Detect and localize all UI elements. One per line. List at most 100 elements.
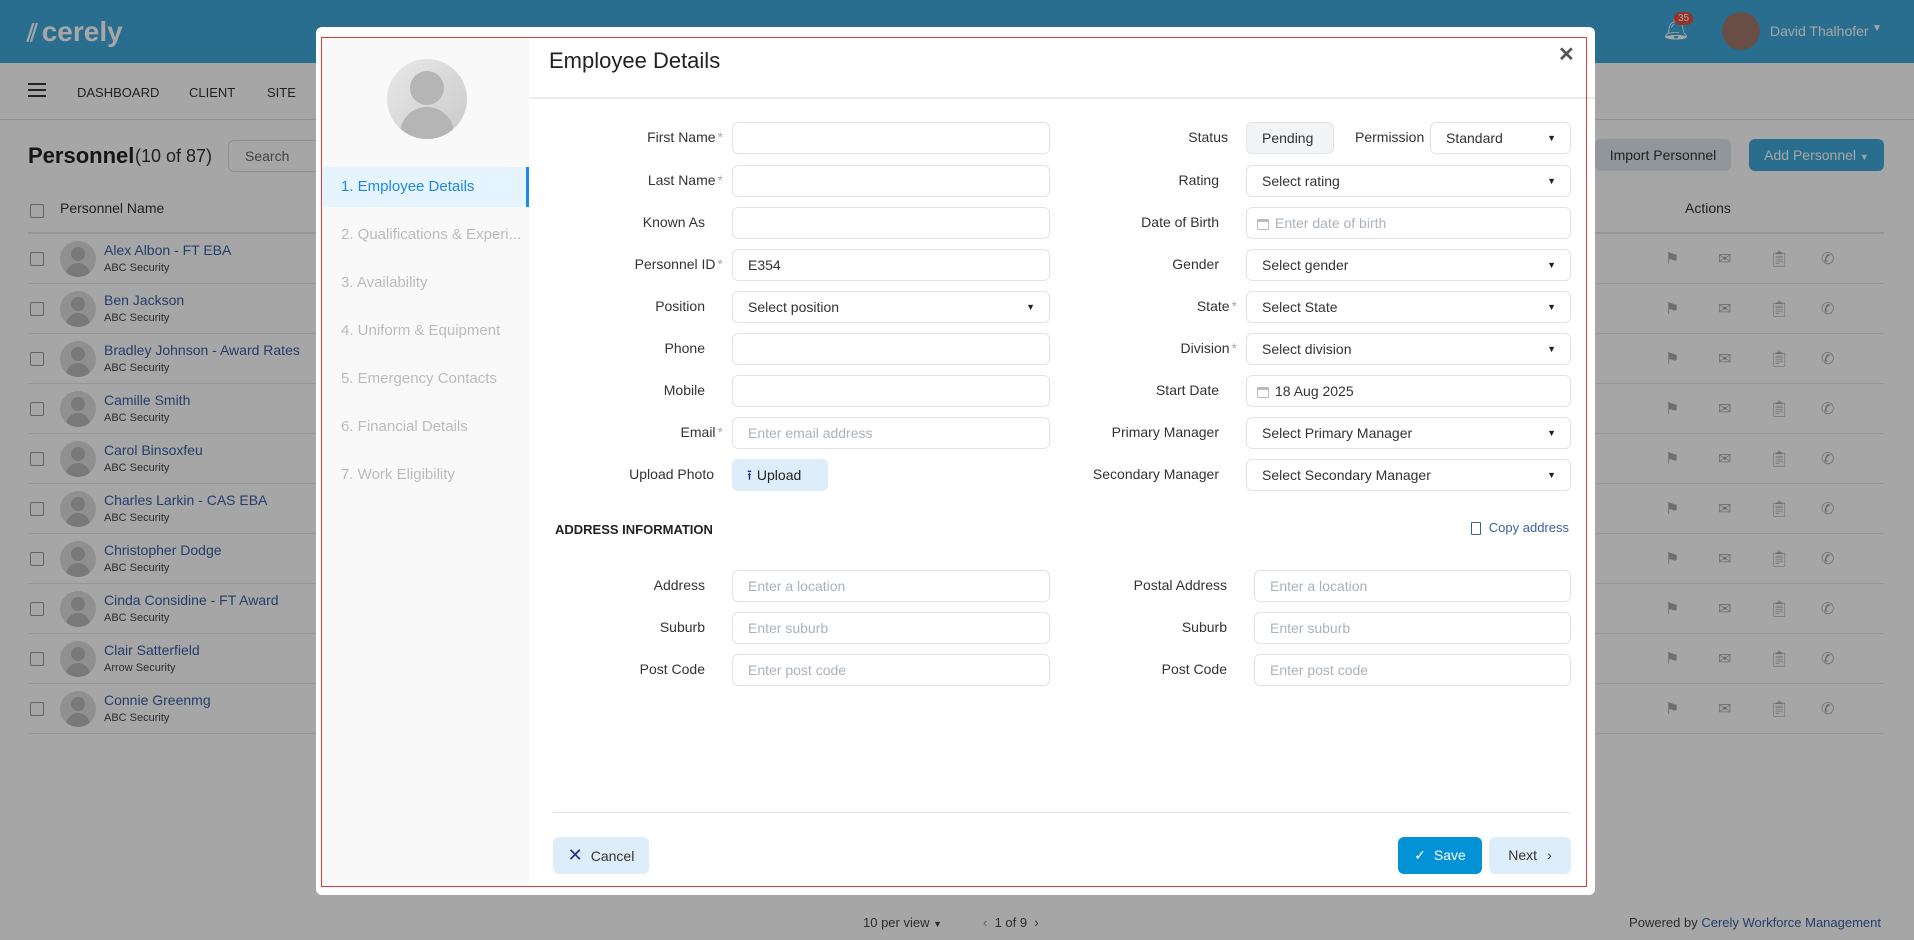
first-name-label: First Name * — [647, 129, 723, 145]
status-field: Pending — [1246, 122, 1334, 154]
start-date-label: Start Date — [1156, 382, 1219, 398]
address-heading: ADDRESS INFORMATION — [555, 522, 713, 537]
secondary-manager-select[interactable]: Select Secondary Manager ▼ — [1246, 459, 1571, 491]
postal-post-code-placeholder: Enter post code — [1270, 662, 1369, 678]
personnel-id-value: E354 — [748, 257, 781, 273]
postal-post-code-input[interactable]: Enter post code — [1254, 654, 1571, 686]
permission-select[interactable]: Standard ▼ — [1430, 122, 1571, 154]
personnel-id-input[interactable]: E354 — [732, 249, 1050, 281]
step-4[interactable]: 4. Uniform & Equipment — [321, 311, 529, 351]
status-value: Pending — [1262, 130, 1314, 146]
primary-manager-select[interactable]: Select Primary Manager ▼ — [1246, 417, 1571, 449]
save-label: Save — [1433, 847, 1466, 863]
first-name-label-text: First Name — [647, 129, 716, 145]
caret-down-icon: ▼ — [1547, 344, 1556, 354]
email-label: Email * — [681, 424, 723, 440]
address-post-code-label-text: Post Code — [639, 661, 705, 677]
division-select[interactable]: Select division ▼ — [1246, 333, 1571, 365]
postal-postal-address-placeholder: Enter a location — [1270, 578, 1368, 594]
upload-photo-label: Upload Photo — [629, 466, 714, 482]
mobile-label: Mobile — [664, 382, 705, 398]
caret-down-icon: ▼ — [1547, 470, 1556, 480]
last-name-input[interactable] — [732, 165, 1050, 197]
address-suburb-label: Suburb — [660, 619, 705, 635]
primary-manager-label-text: Primary Manager — [1111, 424, 1219, 440]
profile-avatar — [387, 59, 467, 139]
steps-sidebar: 1. Employee Details 2. Qualifications & E… — [321, 37, 529, 886]
postal-suburb-input[interactable]: Enter suburb — [1254, 612, 1571, 644]
upload-button[interactable]: ⭱ Upload — [732, 459, 828, 491]
division-value: Select division — [1262, 341, 1352, 357]
date-of-birth-placeholder: Enter date of birth — [1275, 215, 1387, 231]
required-marker: * — [1231, 340, 1237, 356]
address-suburb-input[interactable]: Enter suburb — [732, 612, 1050, 644]
step-3[interactable]: 3. Availability — [321, 263, 529, 303]
address-address-placeholder: Enter a location — [748, 578, 846, 594]
position-select[interactable]: Select position ▼ — [732, 291, 1050, 323]
cancel-button[interactable]: ✕ Cancel — [553, 837, 649, 874]
mobile-input[interactable] — [732, 375, 1050, 407]
address-post-code-label: Post Code — [640, 661, 705, 677]
known-as-input[interactable] — [732, 207, 1050, 239]
copy-address-link[interactable]: Copy address — [1470, 520, 1569, 536]
required-marker: * — [717, 129, 723, 145]
step-5[interactable]: 5. Emergency Contacts — [321, 359, 529, 399]
position-value: Select position — [748, 299, 840, 315]
state-select[interactable]: Select State ▼ — [1246, 291, 1571, 323]
gender-value: Select gender — [1262, 257, 1349, 273]
step-1[interactable]: 1. Employee Details — [321, 167, 529, 207]
caret-down-icon: ▼ — [1547, 133, 1556, 143]
first-name-input[interactable] — [732, 122, 1050, 154]
date-of-birth-input[interactable]: Enter date of birth — [1246, 207, 1571, 239]
start-date-value: 18 Aug 2025 — [1275, 383, 1354, 399]
division-label-text: Division — [1180, 340, 1230, 356]
last-name-label-text: Last Name — [647, 172, 716, 188]
close-icon[interactable]: ✕ — [1558, 42, 1575, 67]
caret-down-icon: ▼ — [1547, 428, 1556, 438]
postal-postal-address-label: Postal Address — [1134, 577, 1227, 593]
phone-label-text: Phone — [664, 340, 705, 356]
calendar-icon — [1257, 386, 1269, 398]
known-as-label-text: Known As — [642, 214, 705, 230]
address-suburb-placeholder: Enter suburb — [748, 620, 829, 636]
personnel-id-label: Personnel ID * — [635, 256, 723, 272]
address-suburb-label-text: Suburb — [659, 619, 705, 635]
required-marker: * — [717, 256, 723, 272]
primary-manager-value: Select Primary Manager — [1262, 425, 1413, 441]
address-post-code-input[interactable]: Enter post code — [732, 654, 1050, 686]
cancel-label: Cancel — [590, 848, 635, 864]
email-label-text: Email — [680, 424, 716, 440]
rating-select[interactable]: Select rating ▼ — [1246, 165, 1571, 197]
division-label: Division * — [1181, 340, 1237, 356]
required-marker: * — [717, 172, 723, 188]
phone-label: Phone — [665, 340, 705, 356]
caret-down-icon: ▼ — [1547, 176, 1556, 186]
next-label: Next — [1508, 847, 1538, 863]
caret-down-icon: ▼ — [1547, 260, 1556, 270]
next-button[interactable]: Next › — [1489, 837, 1571, 874]
step-7[interactable]: 7. Work Eligibility — [321, 455, 529, 495]
step-6[interactable]: 6. Financial Details — [321, 407, 529, 447]
address-address-input[interactable]: Enter a location — [732, 570, 1050, 602]
position-label-text: Position — [655, 298, 705, 314]
postal-post-code-label: Post Code — [1162, 661, 1227, 677]
position-label: Position — [655, 298, 705, 314]
start-date-input[interactable]: 18 Aug 2025 — [1246, 375, 1571, 407]
email-input[interactable]: Enter email address — [732, 417, 1050, 449]
step-2[interactable]: 2. Qualifications & Experi... — [321, 215, 529, 255]
gender-label: Gender — [1172, 256, 1219, 272]
address-address-label-text: Address — [653, 577, 705, 593]
address-post-code-placeholder: Enter post code — [748, 662, 847, 678]
secondary-manager-label-text: Secondary Manager — [1092, 466, 1219, 482]
header-divider — [529, 97, 1595, 99]
save-button[interactable]: ✓ Save — [1398, 837, 1482, 874]
phone-input[interactable] — [732, 333, 1050, 365]
permission-value: Standard — [1446, 130, 1503, 146]
state-label-text: State — [1196, 298, 1230, 314]
postal-postal-address-input[interactable]: Enter a location — [1254, 570, 1571, 602]
modal-title: Employee Details — [549, 48, 721, 73]
state-value: Select State — [1262, 299, 1338, 315]
upload-icon: ⭱ — [747, 467, 752, 483]
gender-select[interactable]: Select gender ▼ — [1246, 249, 1571, 281]
date-of-birth-label-text: Date of Birth — [1141, 214, 1219, 230]
